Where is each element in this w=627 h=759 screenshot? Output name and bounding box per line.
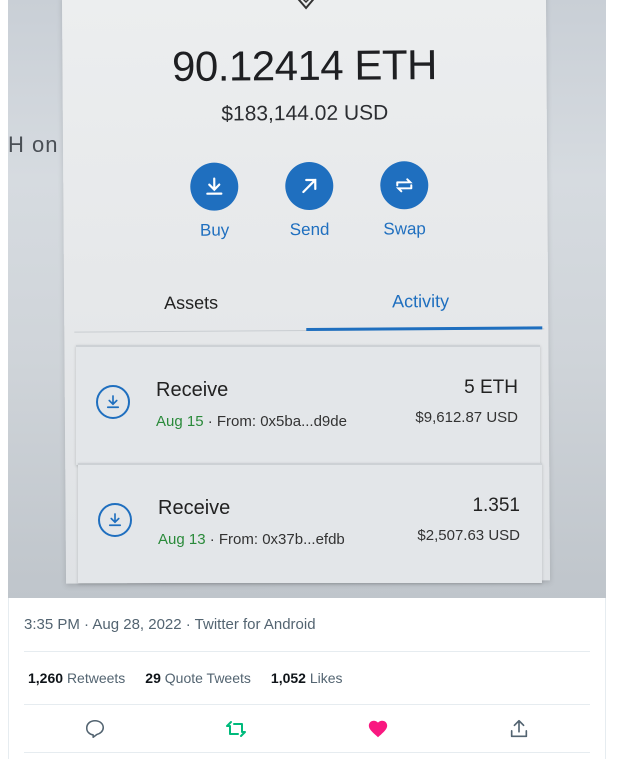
transaction-row[interactable]: Receive Aug 15 · From: 0x5ba...d9de 5 ET… [76,345,540,465]
like-icon[interactable] [365,716,391,742]
tweet-photo[interactable]: H on 90.12414 ETH $183,144.02 USD Buy Se… [8,0,606,598]
receive-icon [98,503,132,537]
transaction-amount-usd: $9,612.87 USD [415,409,518,426]
swap-icon [380,161,429,210]
buy-button[interactable]: Buy [174,162,255,241]
swap-button[interactable]: Swap [364,161,445,240]
transaction-amount: 5 ETH [464,377,518,398]
tweet-timestamp[interactable]: 3:35 PM · Aug 28, 2022 · Twitter for And… [24,616,316,633]
transaction-row[interactable]: Receive Aug 13 · From: 0x37b...efdb 1.35… [78,463,542,583]
tweet-stats: 1,260 Retweets 29 Quote Tweets 1,052 Lik… [28,670,343,686]
transaction-from: · From: 0x37b...efdb [209,531,345,548]
arrow-up-right-icon [285,161,334,211]
transaction-meta: Aug 13 · From: 0x37b...efdb [158,531,345,548]
transaction-title: Receive [156,379,229,401]
ethereum-logo-icon [293,0,319,10]
transaction-date: Aug 13 [158,531,206,548]
usd-balance: $183,144.02 USD [221,101,389,126]
likes-stat[interactable]: 1,052 Likes [271,670,343,686]
transaction-amount: 1.351 [472,495,520,516]
likes-count: 1,052 [270,670,306,686]
download-icon [190,162,239,211]
transaction-meta: Aug 15 · From: 0x5ba...d9de [156,413,347,430]
swap-label: Swap [383,219,426,239]
tab-assets[interactable]: Assets [164,293,218,314]
divider [24,704,590,705]
transaction-amount-usd: $2,507.63 USD [417,527,520,544]
quotes-count: 29 [145,670,161,686]
retweets-count: 1,260 [28,670,64,686]
divider [24,752,590,753]
retweets-stat[interactable]: 1,260 Retweets [28,670,125,686]
background-text: H on [8,132,59,157]
quote-tweets-stat[interactable]: 29 Quote Tweets [145,670,251,686]
active-tab-indicator [306,326,543,331]
retweets-label: Retweets [66,670,126,686]
retweet-icon[interactable] [223,716,249,742]
transaction-title: Receive [158,497,231,519]
buy-label: Buy [199,220,230,240]
send-label: Send [289,219,330,240]
quotes-label: Quote Tweets [164,670,251,686]
transaction-from: · From: 0x5ba...d9de [207,413,347,430]
send-button[interactable]: Send [269,161,350,241]
reply-icon[interactable] [82,716,108,742]
transaction-date: Aug 15 [156,413,204,430]
wallet-tabs: Assets Activity [74,272,545,333]
share-icon[interactable] [506,716,532,742]
divider [24,651,590,652]
likes-label: Likes [309,670,343,686]
eth-balance: 90.12414 ETH [171,41,438,90]
receive-icon [96,385,130,419]
tab-activity[interactable]: Activity [392,291,449,312]
tweet-actions [24,712,590,746]
